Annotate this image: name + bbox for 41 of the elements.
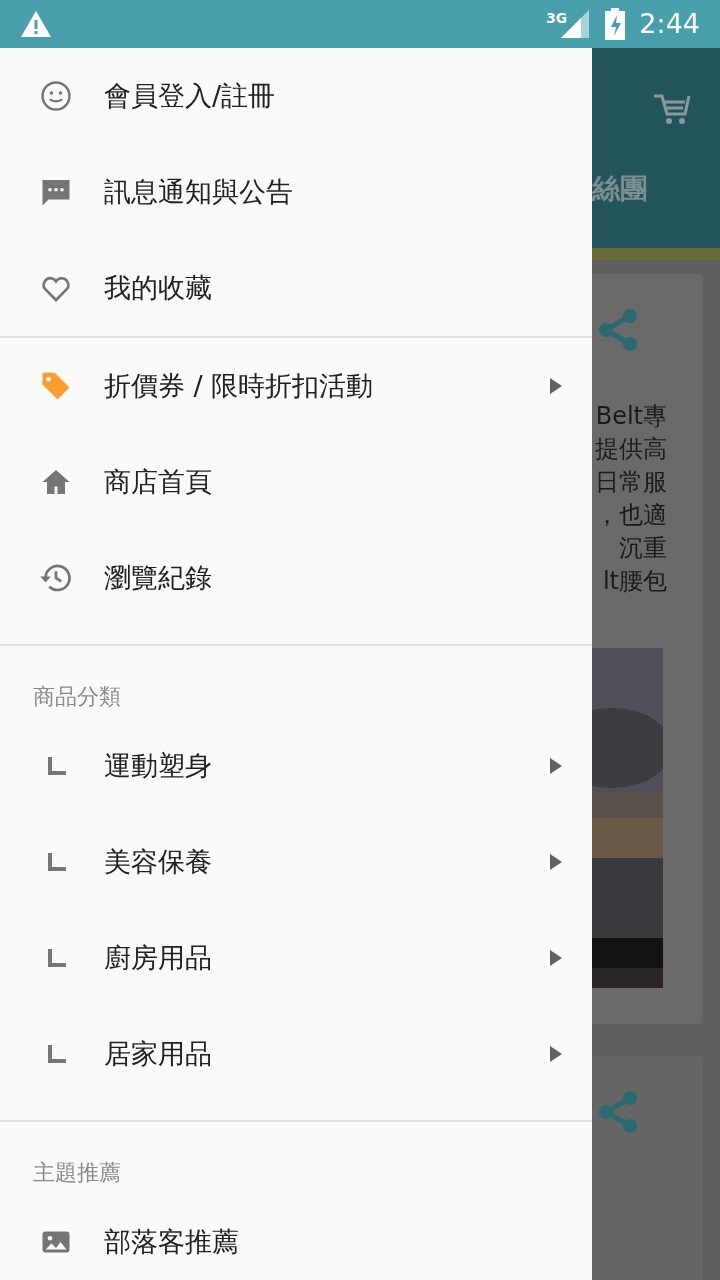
menu-label: 商店首頁	[104, 464, 213, 499]
menu-label: 瀏覽紀錄	[104, 560, 213, 595]
menu-label: 居家用品	[104, 1036, 213, 1071]
share-icon	[598, 308, 638, 352]
corner-icon	[46, 851, 68, 873]
menu-item[interactable]: 我的收藏	[0, 240, 592, 336]
caret-icon	[550, 950, 562, 966]
network-label: 3G	[546, 9, 568, 28]
corner-icon	[46, 755, 68, 777]
menu-label: 美容保養	[104, 844, 213, 879]
menu-label: 廚房用品	[104, 940, 213, 975]
menu-item[interactable]: 運動塑身	[0, 718, 592, 814]
caret-icon	[550, 854, 562, 870]
menu-label: 運動塑身	[104, 748, 213, 783]
corner-icon	[46, 1043, 68, 1065]
menu-item[interactable]: 廚房用品	[0, 910, 592, 1006]
menu-item[interactable]: 訊息通知與公告	[0, 144, 592, 240]
warning-icon	[20, 10, 52, 38]
menu-item[interactable]: 商店首頁	[0, 434, 592, 530]
clock: 2:44	[639, 6, 700, 41]
battery-icon	[605, 8, 626, 40]
menu-label: 折價券 / 限時折扣活動	[104, 368, 375, 403]
menu-label: 我的收藏	[104, 270, 213, 305]
caret-icon	[550, 378, 562, 394]
section-header: 主題推薦	[32, 1159, 122, 1187]
caret-icon	[550, 1046, 562, 1062]
menu-item[interactable]: 會員登入/註冊	[0, 48, 592, 144]
menu-label: 訊息通知與公告	[104, 174, 294, 209]
menu-label: 會員登入/註冊	[104, 78, 277, 113]
share-icon	[598, 1090, 638, 1134]
section-header: 商品分類	[32, 683, 122, 711]
smiley-icon	[38, 78, 74, 114]
card-text: Belt專 提供高 日常服 ，也適 沉重 lt腰包	[594, 401, 668, 597]
corner-icon	[46, 947, 68, 969]
menu-item[interactable]: 折價券 / 限時折扣活動	[0, 338, 592, 434]
menu-item[interactable]: 美容保養	[0, 814, 592, 910]
caret-icon	[550, 758, 562, 774]
menu-item[interactable]: 瀏覽紀錄	[0, 530, 592, 626]
menu-item[interactable]: 部落客推薦	[0, 1194, 592, 1280]
menu-item[interactable]: 居家用品	[0, 1006, 592, 1102]
menu-label: 部落客推薦	[104, 1224, 240, 1259]
